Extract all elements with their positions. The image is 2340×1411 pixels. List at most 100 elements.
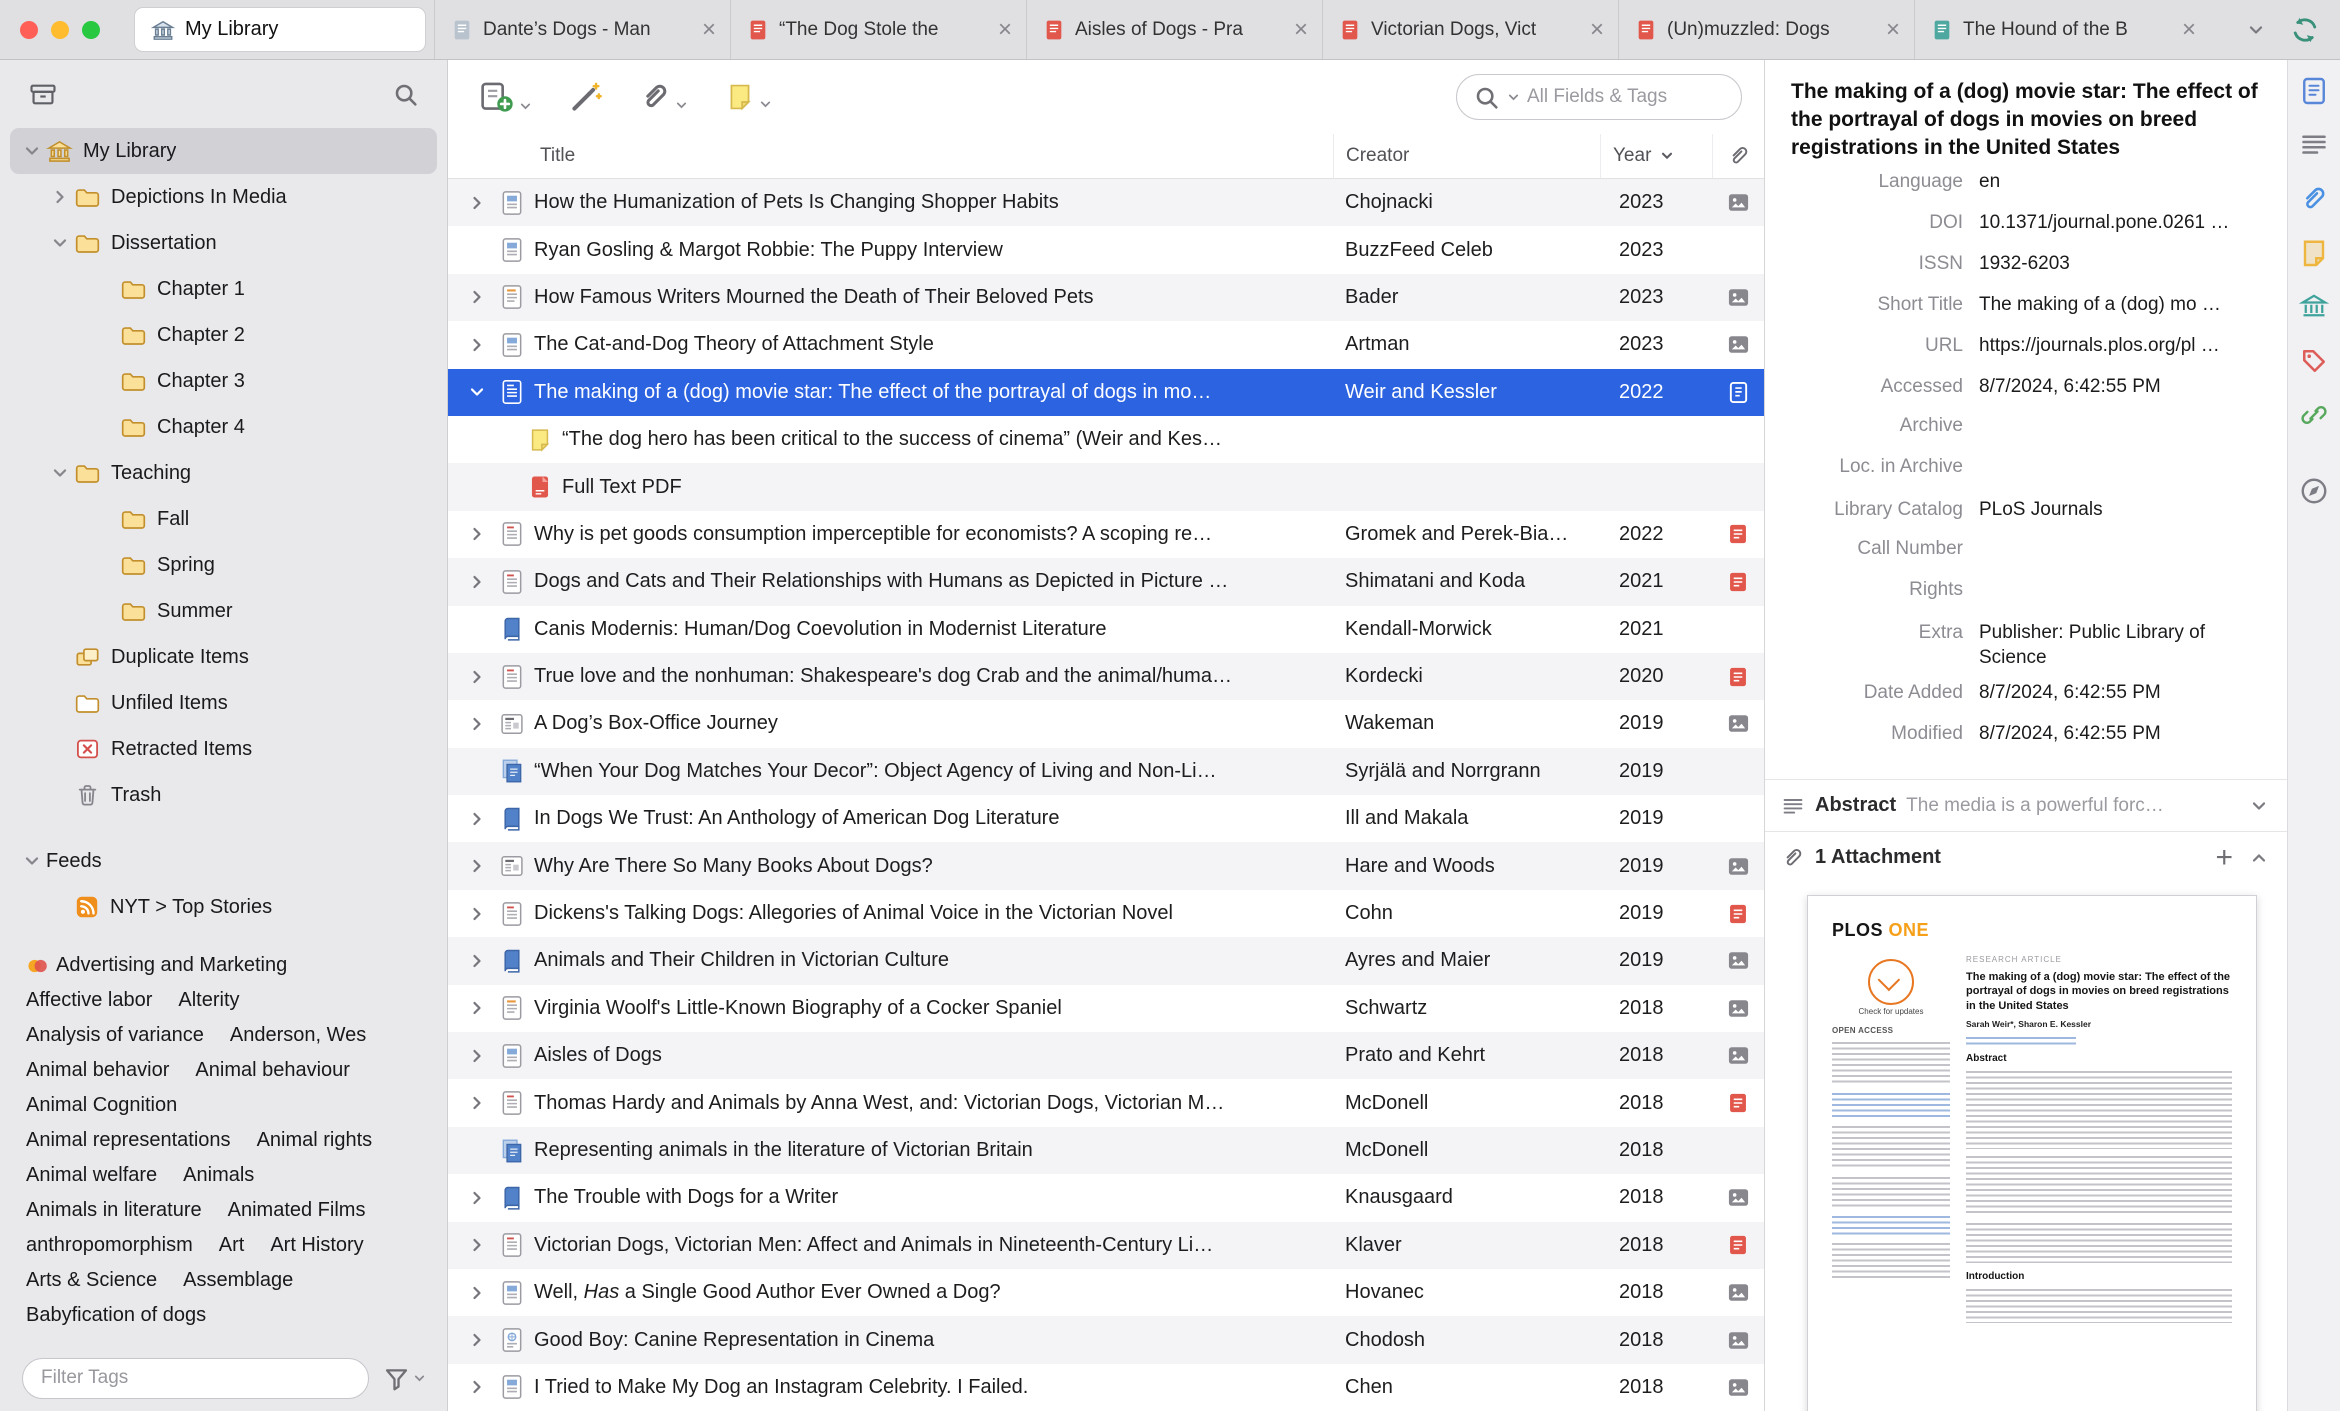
close-icon[interactable]: × [1292, 17, 1310, 42]
item-row[interactable]: Animals and Their Children in Victorian … [448, 937, 1764, 985]
close-icon[interactable]: × [700, 17, 718, 42]
collapse-icon[interactable] [464, 382, 490, 402]
collapse-icon[interactable] [46, 233, 74, 253]
item-row[interactable]: Virginia Woolf's Little-Known Biography … [448, 985, 1764, 1032]
expand-icon[interactable] [464, 1046, 490, 1066]
sidebar-item-fall[interactable]: Fall [10, 496, 437, 542]
expand-icon[interactable] [464, 1377, 490, 1397]
field-value[interactable]: en [1979, 174, 2271, 195]
collapse-icon[interactable] [18, 851, 46, 871]
pdf-preview[interactable]: PLOS ONE Check for updates OPEN ACCESS R… [1807, 895, 2257, 1411]
field-value[interactable]: PLoS Journals [1979, 497, 2271, 523]
sync-icon[interactable] [2290, 15, 2320, 45]
tags-icon[interactable] [2299, 346, 2329, 376]
collections-menu-icon[interactable] [28, 81, 58, 108]
item-row[interactable]: Representing animals in the literature o… [448, 1126, 1764, 1175]
expand-icon[interactable] [464, 572, 490, 592]
tag-item[interactable]: Arts & Science [26, 1269, 157, 1292]
item-row[interactable]: Ryan Gosling & Margot Robbie: The Puppy … [448, 226, 1764, 273]
tag-item[interactable]: Analysis of variance [26, 1024, 204, 1047]
locate-icon[interactable] [2299, 476, 2329, 506]
reader-tab-the-dog-stole-the[interactable]: “The Dog Stole the × [730, 0, 1026, 59]
sidebar-item-my-library[interactable]: My Library [10, 128, 437, 174]
sidebar-item-spring[interactable]: Spring [10, 542, 437, 588]
sidebar-item-depictions-in-media[interactable]: Depictions In Media [10, 174, 437, 220]
item-row[interactable]: The Cat-and-Dog Theory of Attachment Sty… [448, 321, 1764, 368]
zoom-window-button[interactable] [82, 20, 100, 39]
item-row[interactable]: “When Your Dog Matches Your Decor”: Obje… [448, 747, 1764, 796]
related-icon[interactable] [2299, 400, 2329, 430]
search-input[interactable] [1527, 86, 1725, 108]
expand-icon[interactable] [464, 524, 490, 544]
sidebar-item-dissertation[interactable]: Dissertation [10, 220, 437, 266]
expand-icon[interactable] [464, 335, 490, 355]
item-row[interactable]: Full Text PDF [448, 463, 1764, 511]
search-icon[interactable] [1473, 84, 1500, 111]
tab-overflow-chevron-icon[interactable] [2246, 20, 2266, 40]
item-row[interactable]: Why Are There So Many Books About Dogs? H… [448, 842, 1764, 890]
sidebar-item-feeds[interactable]: Feeds [10, 838, 437, 884]
tag-item[interactable]: Alterity [178, 989, 239, 1012]
expand-icon[interactable] [464, 1188, 490, 1208]
close-icon[interactable]: × [996, 17, 1014, 42]
tag-item[interactable]: Animals [183, 1164, 254, 1187]
field-value[interactable]: https://journals.plos.org/pl … [1979, 333, 2271, 359]
item-row[interactable]: Dickens's Talking Dogs: Allegories of An… [448, 890, 1764, 937]
column-header-title[interactable]: Title [448, 134, 1333, 178]
close-icon[interactable]: × [1884, 17, 1902, 42]
attachments-section-header[interactable]: 1 Attachment + [1765, 831, 2287, 883]
tag-item[interactable]: Animal representations [26, 1129, 231, 1152]
add-attachment-button[interactable] [639, 81, 689, 113]
minimize-window-button[interactable] [51, 20, 69, 39]
item-row[interactable]: The Trouble with Dogs for a Writer Knausg… [448, 1174, 1764, 1221]
new-item-button[interactable] [478, 80, 533, 114]
expand-icon[interactable] [464, 667, 490, 687]
tag-filter-options-button[interactable] [383, 1365, 427, 1392]
tag-filter-input[interactable] [22, 1357, 369, 1399]
sidebar-item-chapter-3[interactable]: Chapter 3 [10, 358, 437, 404]
item-row[interactable]: Aisles of Dogs Prato and Kehrt 2018 [448, 1032, 1764, 1080]
column-header-year[interactable]: Year [1600, 134, 1712, 178]
abstract-icon[interactable] [2299, 130, 2329, 160]
chevron-down-icon[interactable] [2249, 796, 2269, 816]
new-note-button[interactable] [725, 82, 773, 112]
reader-tab-dante-s-dogs-man[interactable]: Dante’s Dogs - Man × [434, 0, 730, 59]
sidebar-item-duplicate-items[interactable]: Duplicate Items [10, 634, 437, 680]
field-value[interactable]: 1932-6203 [1979, 251, 2271, 277]
tag-item[interactable]: Affective labor [26, 989, 152, 1012]
sidebar-item-chapter-1[interactable]: Chapter 1 [10, 266, 437, 312]
sidebar-item-trash[interactable]: Trash [10, 772, 437, 818]
tag-item[interactable]: Animal rights [257, 1129, 373, 1152]
item-row[interactable]: The making of a (dog) movie star: The ef… [448, 368, 1764, 416]
expand-icon[interactable] [464, 193, 490, 213]
item-row[interactable]: True love and the nonhuman: Shakespeare'… [448, 652, 1764, 701]
chevron-up-icon[interactable] [2249, 848, 2269, 868]
collapse-icon[interactable] [46, 463, 74, 483]
tag-item[interactable]: Animal Cognition [26, 1094, 177, 1117]
close-icon[interactable]: × [2180, 17, 2198, 42]
item-row[interactable]: Victorian Dogs, Victorian Men: Affect an… [448, 1221, 1764, 1269]
sidebar-item-summer[interactable]: Summer [10, 588, 437, 634]
expand-icon[interactable] [46, 187, 74, 207]
notes-icon[interactable] [2299, 238, 2329, 268]
item-row[interactable]: Canis Modernis: Human/Dog Coevolution in… [448, 606, 1764, 653]
sidebar-item-teaching[interactable]: Teaching [10, 450, 437, 496]
field-value[interactable]: 10.1371/journal.pone.0261 … [1979, 210, 2271, 236]
libraries-icon[interactable] [2299, 292, 2329, 322]
tag-item[interactable]: Animals in literature [26, 1199, 202, 1222]
tag-item[interactable]: Babyfication of dogs [26, 1304, 206, 1327]
close-icon[interactable]: × [1588, 17, 1606, 42]
column-header-creator[interactable]: Creator [1333, 134, 1600, 178]
sidebar-item-chapter-4[interactable]: Chapter 4 [10, 404, 437, 450]
expand-icon[interactable] [464, 809, 490, 829]
tag-item[interactable]: Art History [270, 1234, 363, 1257]
reader-tab-victorian-dogs-vict[interactable]: Victorian Dogs, Vict × [1322, 0, 1618, 59]
tag-item[interactable]: Animated Films [228, 1199, 366, 1222]
library-tab[interactable]: My Library [134, 7, 426, 52]
attachments-icon[interactable] [2299, 184, 2329, 214]
info-icon[interactable] [2299, 76, 2329, 106]
tag-item[interactable]: Art [219, 1234, 245, 1257]
collection-search-icon[interactable] [392, 81, 419, 108]
sidebar-item-nyt-top-stories[interactable]: NYT > Top Stories [10, 884, 437, 930]
expand-icon[interactable] [464, 904, 490, 924]
